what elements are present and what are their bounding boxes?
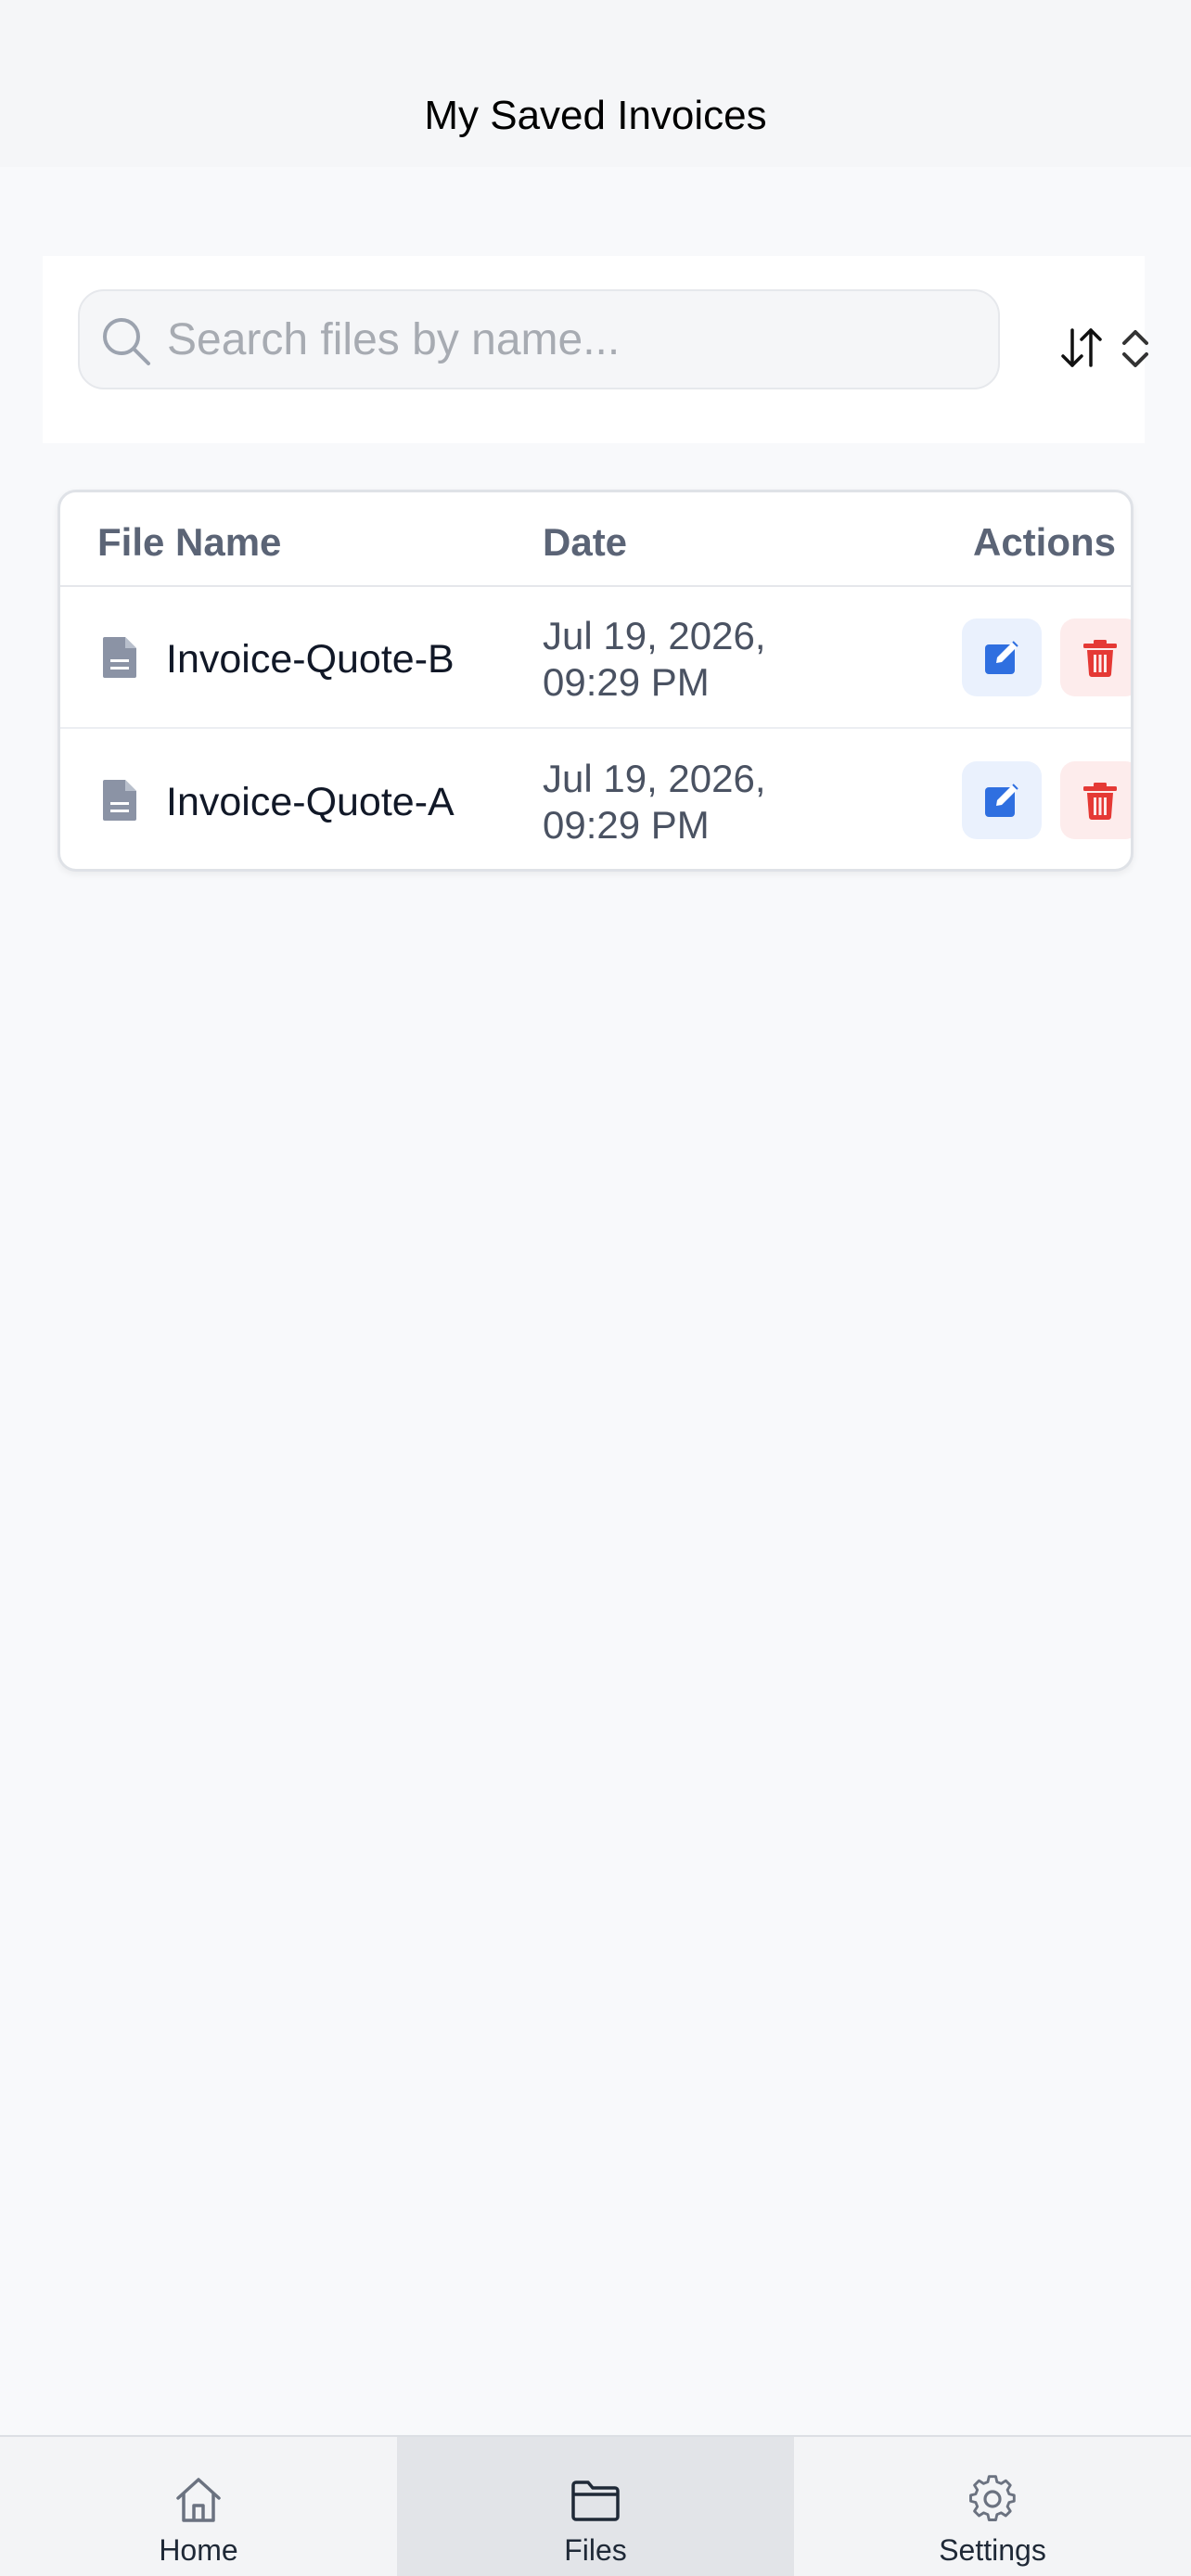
folder-icon <box>571 2480 620 2521</box>
edit-button[interactable] <box>962 618 1042 696</box>
file-date: Jul 19, 2026, 09:29 PM <box>543 614 766 704</box>
search-toolbar <box>43 256 1148 443</box>
table-header: File Name Date Actions <box>60 492 1131 587</box>
column-header-file-name: File Name <box>97 520 282 564</box>
trash-icon <box>1083 783 1117 820</box>
nav-label: Home <box>159 2533 238 2567</box>
edit-icon <box>985 641 1018 674</box>
file-date: Jul 19, 2026, 09:29 PM <box>543 757 766 847</box>
bottom-nav: Home Files Settings <box>0 2435 1191 2576</box>
delete-button[interactable] <box>1060 761 1131 839</box>
sort-order-select[interactable] <box>1119 323 1148 375</box>
delete-button[interactable] <box>1060 618 1131 696</box>
trash-icon <box>1083 640 1117 677</box>
app-header: My Saved Invoices <box>0 0 1191 167</box>
sort-arrows-icon <box>1061 328 1102 367</box>
chevron-up-down-icon <box>1122 330 1148 367</box>
search-box[interactable] <box>78 289 1000 389</box>
document-icon <box>103 637 136 678</box>
sort-button[interactable] <box>1054 321 1109 376</box>
file-name[interactable]: Invoice-Quote-B <box>166 637 455 682</box>
nav-item-home[interactable]: Home <box>0 2437 397 2576</box>
search-icon <box>103 318 150 365</box>
edit-icon <box>985 784 1018 817</box>
table-row[interactable]: Invoice-Quote-B Jul 19, 2026, 09:29 PM <box>60 587 1131 729</box>
search-input[interactable] <box>165 291 981 388</box>
home-icon <box>176 2478 221 2522</box>
nav-item-files[interactable]: Files <box>397 2437 794 2576</box>
page-title: My Saved Invoices <box>424 93 767 138</box>
nav-label: Settings <box>939 2533 1046 2567</box>
table-row[interactable]: Invoice-Quote-A Jul 19, 2026, 09:29 PM <box>60 730 1131 869</box>
column-header-date: Date <box>543 520 628 564</box>
nav-item-settings[interactable]: Settings <box>794 2437 1191 2576</box>
files-table: File Name Date Actions Invoice-Quote-B J… <box>58 490 1133 872</box>
nav-label: Files <box>564 2533 627 2567</box>
edit-button[interactable] <box>962 761 1042 839</box>
file-name[interactable]: Invoice-Quote-A <box>166 780 455 825</box>
gear-icon <box>969 2475 1016 2521</box>
column-header-actions: Actions <box>972 520 1116 564</box>
document-icon <box>103 780 136 821</box>
